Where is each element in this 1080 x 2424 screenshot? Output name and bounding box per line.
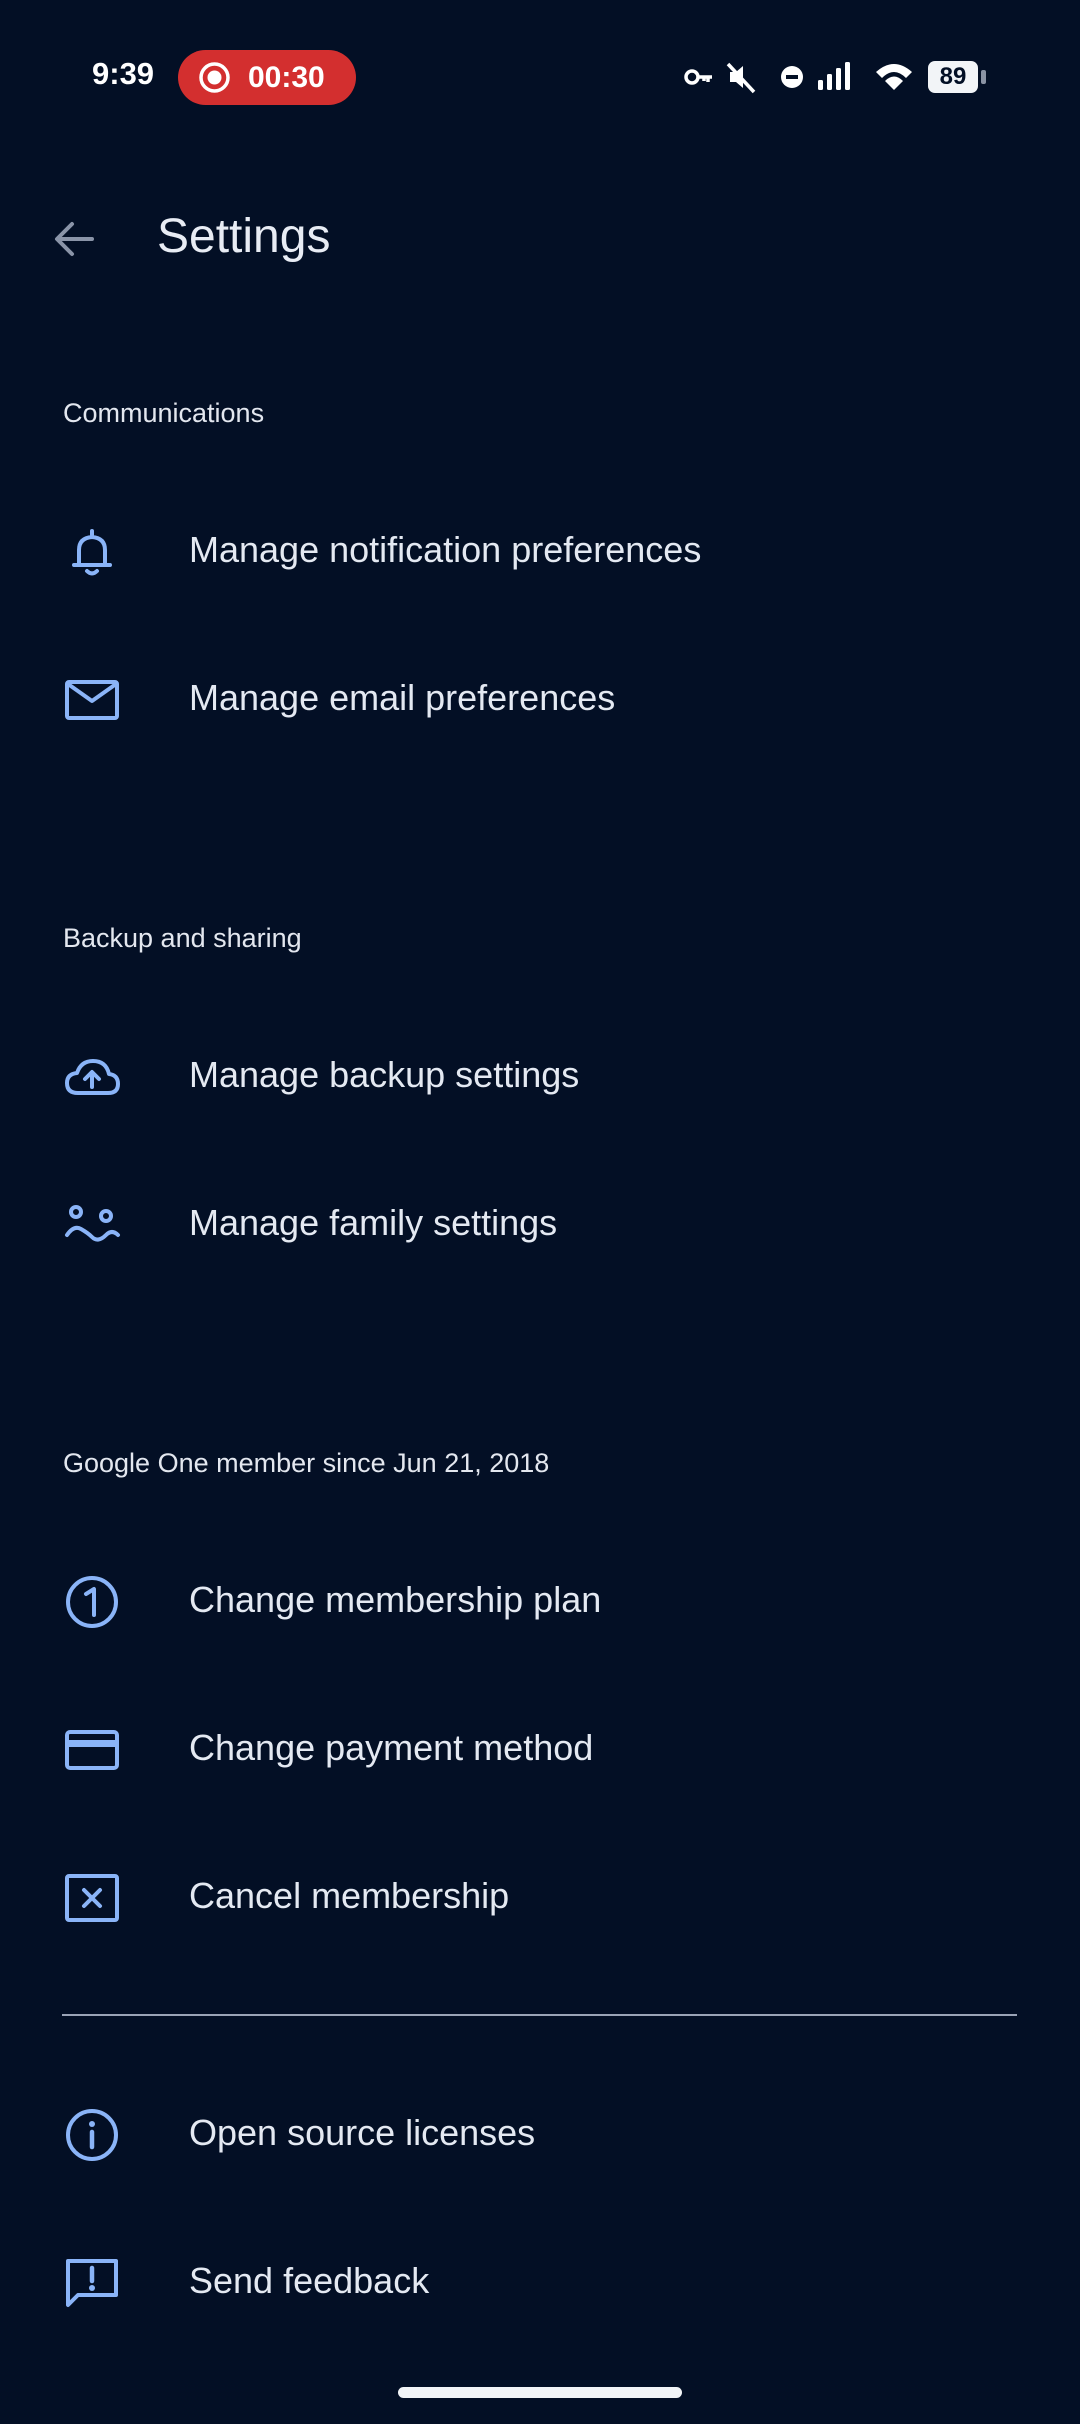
screen-recording-indicator[interactable]: 00:30: [178, 50, 356, 105]
send-feedback-item[interactable]: Send feedback: [0, 2211, 1080, 2351]
cancel-box-icon: [62, 1868, 122, 1928]
section-header-membership: Google One member since Jun 21, 2018: [63, 1448, 550, 1478]
arrow-back-icon: [40, 205, 108, 273]
info-icon: [62, 2105, 122, 2165]
manage-email-preferences-item[interactable]: Manage email preferences: [0, 628, 1080, 768]
status-bar: 9:39 00:30 89: [0, 0, 1080, 150]
item-label: Change payment method: [189, 1727, 594, 1768]
open-source-licenses-item[interactable]: Open source licenses: [0, 2063, 1080, 2203]
recording-time: 00:30: [248, 61, 325, 94]
item-label: Manage backup settings: [189, 1054, 580, 1095]
record-icon: [198, 61, 231, 94]
item-label: Open source licenses: [189, 2112, 536, 2153]
google-one-icon: [62, 1572, 122, 1632]
family-icon: [62, 1195, 122, 1255]
app-bar: Settings: [0, 180, 1080, 290]
feedback-icon: [62, 2253, 122, 2313]
mail-icon: [62, 670, 122, 730]
page-title: Settings: [157, 210, 331, 263]
manage-backup-settings-item[interactable]: Manage backup settings: [0, 1005, 1080, 1145]
change-payment-method-item[interactable]: Change payment method: [0, 1678, 1080, 1818]
item-label: Manage family settings: [189, 1202, 558, 1243]
divider: [62, 2014, 1017, 2016]
status-icons: 89: [684, 58, 994, 98]
section-header-communications: Communications: [63, 398, 265, 428]
item-label: Manage notification preferences: [189, 529, 702, 570]
battery-tip: [981, 70, 986, 84]
credit-card-icon: [62, 1720, 122, 1780]
back-button[interactable]: [40, 205, 108, 273]
change-membership-plan-item[interactable]: Change membership plan: [0, 1530, 1080, 1670]
battery-icon: 89: [928, 61, 978, 93]
manage-notification-preferences-item[interactable]: Manage notification preferences: [0, 480, 1080, 620]
status-time: 9:39: [92, 56, 155, 91]
item-label: Send feedback: [189, 2260, 430, 2301]
section-header-backup: Backup and sharing: [63, 923, 302, 953]
item-label: Change membership plan: [189, 1579, 602, 1620]
cancel-membership-item[interactable]: Cancel membership: [0, 1826, 1080, 1966]
cloud-upload-icon: [62, 1047, 122, 1107]
item-label: Manage email preferences: [189, 677, 616, 718]
bell-icon: [62, 522, 122, 582]
manage-family-settings-item[interactable]: Manage family settings: [0, 1153, 1080, 1293]
home-indicator[interactable]: [398, 2387, 682, 2398]
item-label: Cancel membership: [189, 1875, 510, 1916]
